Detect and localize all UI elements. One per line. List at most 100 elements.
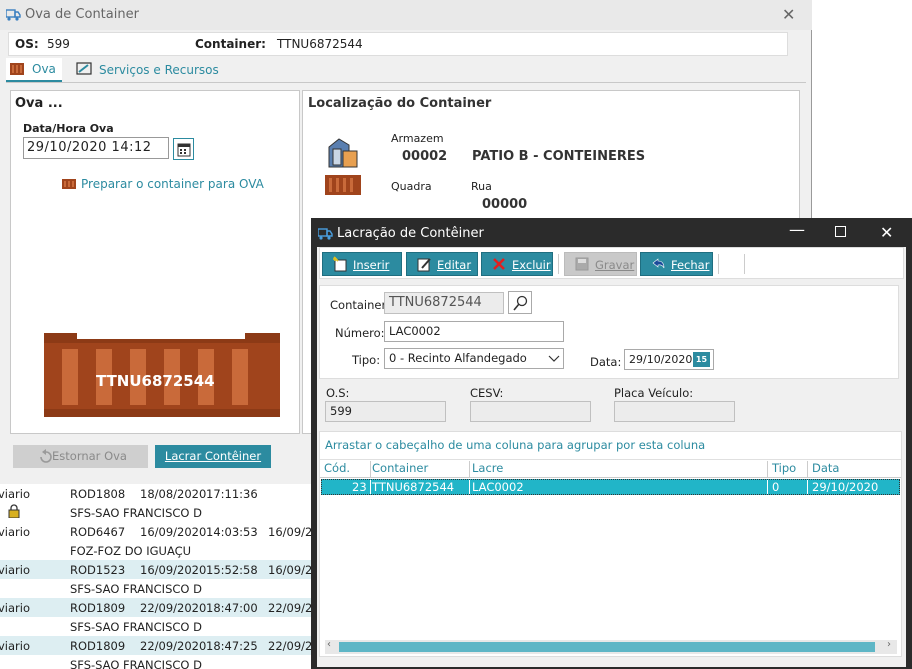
lacrar-conteiner-button[interactable]: Lacrar Contêiner (155, 445, 271, 468)
calendar-icon[interactable]: 15 (693, 352, 710, 367)
container-icon (325, 175, 361, 195)
table-row[interactable]: 23 TTNU6872544 LAC0002 0 29/10/2020 (321, 479, 900, 495)
inserir-button[interactable]: Inserir (322, 252, 402, 276)
cell-c2: ROD1809 (70, 601, 126, 615)
cell-container: TTNU6872544 (372, 480, 455, 494)
search-container-button[interactable] (508, 291, 532, 314)
prepare-container-link[interactable]: Preparar o container para OVA (62, 176, 282, 192)
table-row[interactable]: viario ROD1809 22/09/2020 18:47:00 22/09/20 (0, 598, 316, 617)
edit-icon (417, 258, 431, 272)
cell-c4: 14:03:53 (206, 525, 258, 539)
armazem-name: PATIO B - CONTEINERES (472, 149, 646, 164)
table-row[interactable]: FOZ-FOZ DO IGUAÇU (0, 541, 316, 560)
table-row[interactable]: viario ROD6467 16/09/2020 14:03:53 16/09/20 (0, 522, 316, 541)
table-row[interactable]: SFS-SAO FRANCISCO D (0, 579, 316, 598)
cell-c2: ROD1523 (70, 563, 126, 577)
data-label: Data: (590, 355, 622, 369)
col-cod[interactable]: Cód. (324, 461, 350, 475)
excluir-label: Excluir (512, 258, 551, 272)
scroll-left-icon[interactable]: ‹ (327, 639, 331, 650)
estornar-ova-button[interactable]: Estornar Ova (13, 445, 148, 468)
cell-c3: 22/09/2020 (140, 639, 207, 653)
container-input[interactable]: TTNU6872544 (384, 292, 504, 314)
cell-c2: ROD6467 (70, 525, 126, 539)
tab-divider (6, 82, 806, 83)
cell-c2: FOZ-FOZ DO IGUAÇU (70, 544, 192, 558)
truck-icon (6, 9, 21, 21)
undo-icon (40, 449, 52, 463)
cell-c5: 22/09/20 (268, 601, 316, 615)
cell-c1: viario (0, 487, 31, 501)
tab-ova[interactable]: Ova (6, 58, 62, 82)
ova-panel: Ova ... Data/Hora Ova 29/10/2020 14:12 P… (10, 90, 300, 434)
minimize-icon[interactable]: — (789, 220, 805, 239)
calendar-icon (177, 143, 191, 157)
editar-button[interactable]: Editar (406, 252, 478, 276)
cell-c3: 16/09/2020 (140, 525, 207, 539)
grid-header: Cód. Container Lacre Tipo Data (320, 460, 901, 478)
close-icon[interactable]: ✕ (880, 223, 893, 242)
prepare-link-label: Preparar o container para OVA (81, 177, 264, 191)
datetime-input[interactable]: 29/10/2020 14:12 (23, 137, 169, 159)
toolbar: Inserir Editar Excluir Gravar Fechar (319, 247, 904, 279)
cesv-label: CESV: (470, 386, 504, 400)
tab-servicos-recursos[interactable]: Serviços e Recursos (74, 58, 234, 82)
numero-input[interactable]: LAC0002 (384, 321, 564, 342)
container-value: TTNU6872544 (277, 37, 363, 51)
cell-c5: 16/09/20 (268, 563, 316, 577)
numero-label: Número: (335, 326, 385, 340)
col-lacre[interactable]: Lacre (472, 461, 503, 475)
ova-panel-title: Ova ... (15, 96, 63, 111)
container-icon (62, 179, 76, 189)
table-row[interactable]: SFS-SAO FRANCISCO D (0, 503, 316, 522)
armazem-code: 00002 (402, 149, 448, 164)
delete-icon (493, 258, 505, 270)
cell-c2: SFS-SAO FRANCISCO D (70, 658, 202, 669)
horizontal-scrollbar[interactable]: ‹ › (325, 639, 897, 654)
col-data[interactable]: Data (812, 461, 839, 475)
header-info-bar: OS: 599 Container: TTNU6872544 (8, 32, 788, 56)
save-icon (575, 257, 589, 271)
scroll-right-icon[interactable]: › (887, 639, 891, 650)
calendar-button[interactable] (173, 138, 194, 160)
cesv-input[interactable] (470, 401, 591, 422)
gravar-button[interactable]: Gravar (564, 252, 637, 276)
inserir-label: Inserir (353, 258, 390, 272)
placa-input[interactable] (614, 401, 735, 422)
table-row[interactable]: viario ROD1809 22/09/2020 18:47:25 22/09/20 (0, 636, 316, 655)
tipo-select[interactable]: 0 - Recinto Alfandegado (384, 348, 564, 369)
cell-c1: viario (0, 563, 31, 577)
maximize-icon[interactable] (835, 226, 846, 237)
table-row[interactable]: viario ROD1523 16/09/2020 15:52:58 16/09/20 (0, 560, 316, 579)
tools-icon (76, 62, 92, 75)
table-row[interactable]: SFS-SAO FRANCISCO D (0, 655, 316, 669)
col-container[interactable]: Container (372, 461, 428, 475)
data-input[interactable]: 29/10/2020 15 (624, 349, 714, 370)
window-titlebar: Ova de Container ✕ (0, 0, 812, 30)
cell-c5: 22/09/20 (268, 639, 316, 653)
close-icon[interactable]: ✕ (782, 5, 795, 24)
rua-value: 00000 (482, 197, 528, 212)
table-row[interactable]: SFS-SAO FRANCISCO D (0, 617, 316, 636)
cell-c2: ROD1808 (70, 487, 126, 501)
background-grid: viario ROD1808 18/08/2020 17:11:36 SFS-SAO F… (0, 484, 316, 669)
container-graphic-label: TTNU6872544 (96, 372, 215, 390)
excluir-button[interactable]: Excluir (481, 252, 553, 276)
col-tipo[interactable]: Tipo (772, 461, 796, 475)
cell-c5: 16/09/20 (268, 525, 316, 539)
os-input[interactable]: 599 (325, 401, 446, 422)
os-value: 599 (47, 37, 70, 51)
editar-label: Editar (437, 258, 472, 272)
truck-icon (318, 228, 333, 240)
fechar-button[interactable]: Fechar (640, 252, 713, 276)
cell-c3: 22/09/2020 (140, 601, 207, 615)
lacracao-content: Inserir Editar Excluir Gravar Fechar Con… (317, 247, 906, 667)
armazem-label: Armazem (391, 132, 444, 145)
insert-icon (333, 256, 347, 272)
placa-label: Placa Veículo: (614, 386, 694, 400)
scrollbar-thumb[interactable] (339, 642, 875, 652)
table-row[interactable]: viario ROD1808 18/08/2020 17:11:36 (0, 484, 316, 503)
tab-servicos-label: Serviços e Recursos (99, 63, 219, 77)
cell-c3: 16/09/2020 (140, 563, 207, 577)
loc-panel-title: Localização do Container (308, 96, 492, 111)
